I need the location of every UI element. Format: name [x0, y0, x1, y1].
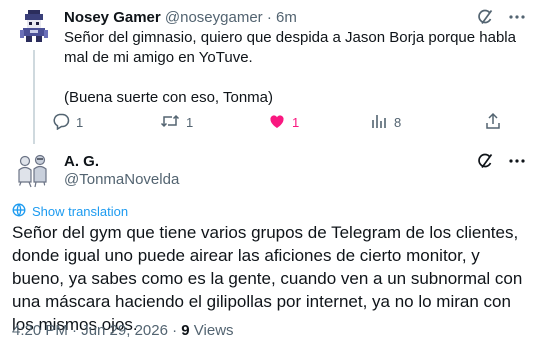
- reply-text-paragraph: (Buena suerte con eso, Tonma): [64, 89, 274, 106]
- share-button[interactable]: [484, 112, 502, 133]
- action-bar: 1 1 1 8: [52, 112, 522, 132]
- heart-filled-icon: [268, 112, 286, 133]
- thread-line: [33, 50, 35, 144]
- grok-icon[interactable]: [476, 8, 494, 26]
- views-label: Views: [193, 322, 234, 339]
- avatar[interactable]: [14, 6, 54, 46]
- user-handle[interactable]: @noseygamer: [165, 9, 263, 26]
- reply-button[interactable]: 1: [52, 112, 83, 133]
- views-count: 9: [181, 322, 190, 339]
- more-icon[interactable]: [508, 8, 526, 26]
- separator-dot: ·: [266, 9, 272, 26]
- reply-tweet: Nosey Gamer @noseygamer · 6m Señor del g…: [0, 0, 538, 144]
- tweet-text: Señor del gym que tiene varios grupos de…: [12, 223, 523, 334]
- repost-count: 1: [186, 115, 194, 130]
- show-translation-label: Show translation: [32, 204, 129, 219]
- user-handle[interactable]: @TonmaNovelda: [64, 170, 179, 189]
- share-icon: [484, 112, 502, 133]
- views-count: 8: [394, 115, 402, 130]
- post-time[interactable]: 6m: [276, 9, 297, 26]
- translate-icon: [12, 203, 26, 220]
- display-name[interactable]: A. G.: [64, 152, 99, 171]
- reply-icon: [52, 112, 70, 133]
- separator-dot: ·: [172, 322, 178, 339]
- reply-header-icons: [476, 8, 526, 26]
- repost-button[interactable]: 1: [160, 112, 193, 133]
- like-button[interactable]: 1: [268, 112, 299, 133]
- like-count: 1: [292, 115, 300, 130]
- more-icon[interactable]: [508, 152, 526, 170]
- repost-icon: [160, 112, 180, 133]
- main-header-icons: [476, 152, 526, 170]
- tweet-meta: 4:20 PM · Jun 29, 2026 · 9 Views: [12, 321, 234, 340]
- display-name[interactable]: Nosey Gamer: [64, 9, 161, 26]
- views-button[interactable]: 8: [370, 112, 401, 133]
- reply-text-paragraph: Señor del gimnasio, quiero que despida a…: [64, 29, 516, 66]
- reply-text: Señor del gimnasio, quiero que despida a…: [64, 28, 526, 108]
- timestamp[interactable]: 4:20 PM · Jun 29, 2026: [12, 322, 168, 339]
- reply-header: Nosey Gamer @noseygamer · 6m: [64, 8, 297, 27]
- avatar[interactable]: [12, 150, 52, 190]
- reply-count: 1: [76, 115, 84, 130]
- show-translation-link[interactable]: Show translation: [12, 203, 128, 220]
- grok-icon[interactable]: [476, 152, 494, 170]
- views-icon: [370, 112, 388, 133]
